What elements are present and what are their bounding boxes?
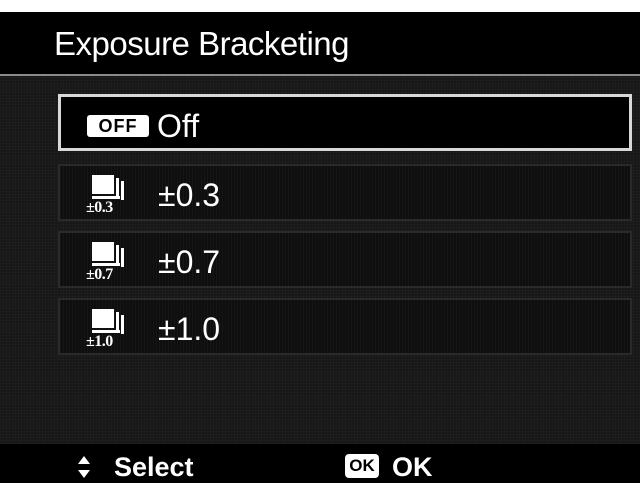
bracket-icon-value: ±0.3 bbox=[86, 199, 113, 216]
bracket-0-3-icon: ±0.3 bbox=[86, 171, 134, 217]
menu-item-bracket-0-3[interactable]: ±0.3 ±0.3 bbox=[58, 164, 632, 221]
select-hint-label: Select bbox=[114, 452, 194, 482]
off-badge-icon: OFF bbox=[87, 115, 149, 137]
bracket-icon-value: ±0.7 bbox=[86, 266, 113, 283]
page-title: Exposure Bracketing bbox=[54, 25, 350, 62]
bracket-0-7-icon: ±0.7 bbox=[86, 238, 134, 284]
ok-hint-label: OK bbox=[392, 452, 433, 482]
up-down-arrows-icon bbox=[77, 455, 91, 479]
camera-menu-screen: Exposure Bracketing OFF Off ±0.3 ±0.3 ±0… bbox=[0, 12, 640, 483]
menu-item-bracket-0-7[interactable]: ±0.7 ±0.7 bbox=[58, 231, 632, 288]
bracket-1-0-icon: ±1.0 bbox=[86, 305, 134, 351]
menu-item-label: Off bbox=[157, 108, 200, 144]
title-bar: Exposure Bracketing bbox=[0, 12, 640, 76]
menu-item-label: ±0.7 bbox=[158, 244, 221, 280]
menu-item-off[interactable]: OFF Off bbox=[58, 94, 632, 151]
footer-hint-bar: Select OK OK bbox=[0, 444, 640, 483]
menu-item-label: ±1.0 bbox=[158, 311, 221, 347]
menu-item-bracket-1-0[interactable]: ±1.0 ±1.0 bbox=[58, 298, 632, 355]
ok-button-icon: OK bbox=[345, 454, 379, 478]
bracket-icon-value: ±1.0 bbox=[86, 333, 113, 350]
menu-item-label: ±0.3 bbox=[158, 177, 221, 213]
